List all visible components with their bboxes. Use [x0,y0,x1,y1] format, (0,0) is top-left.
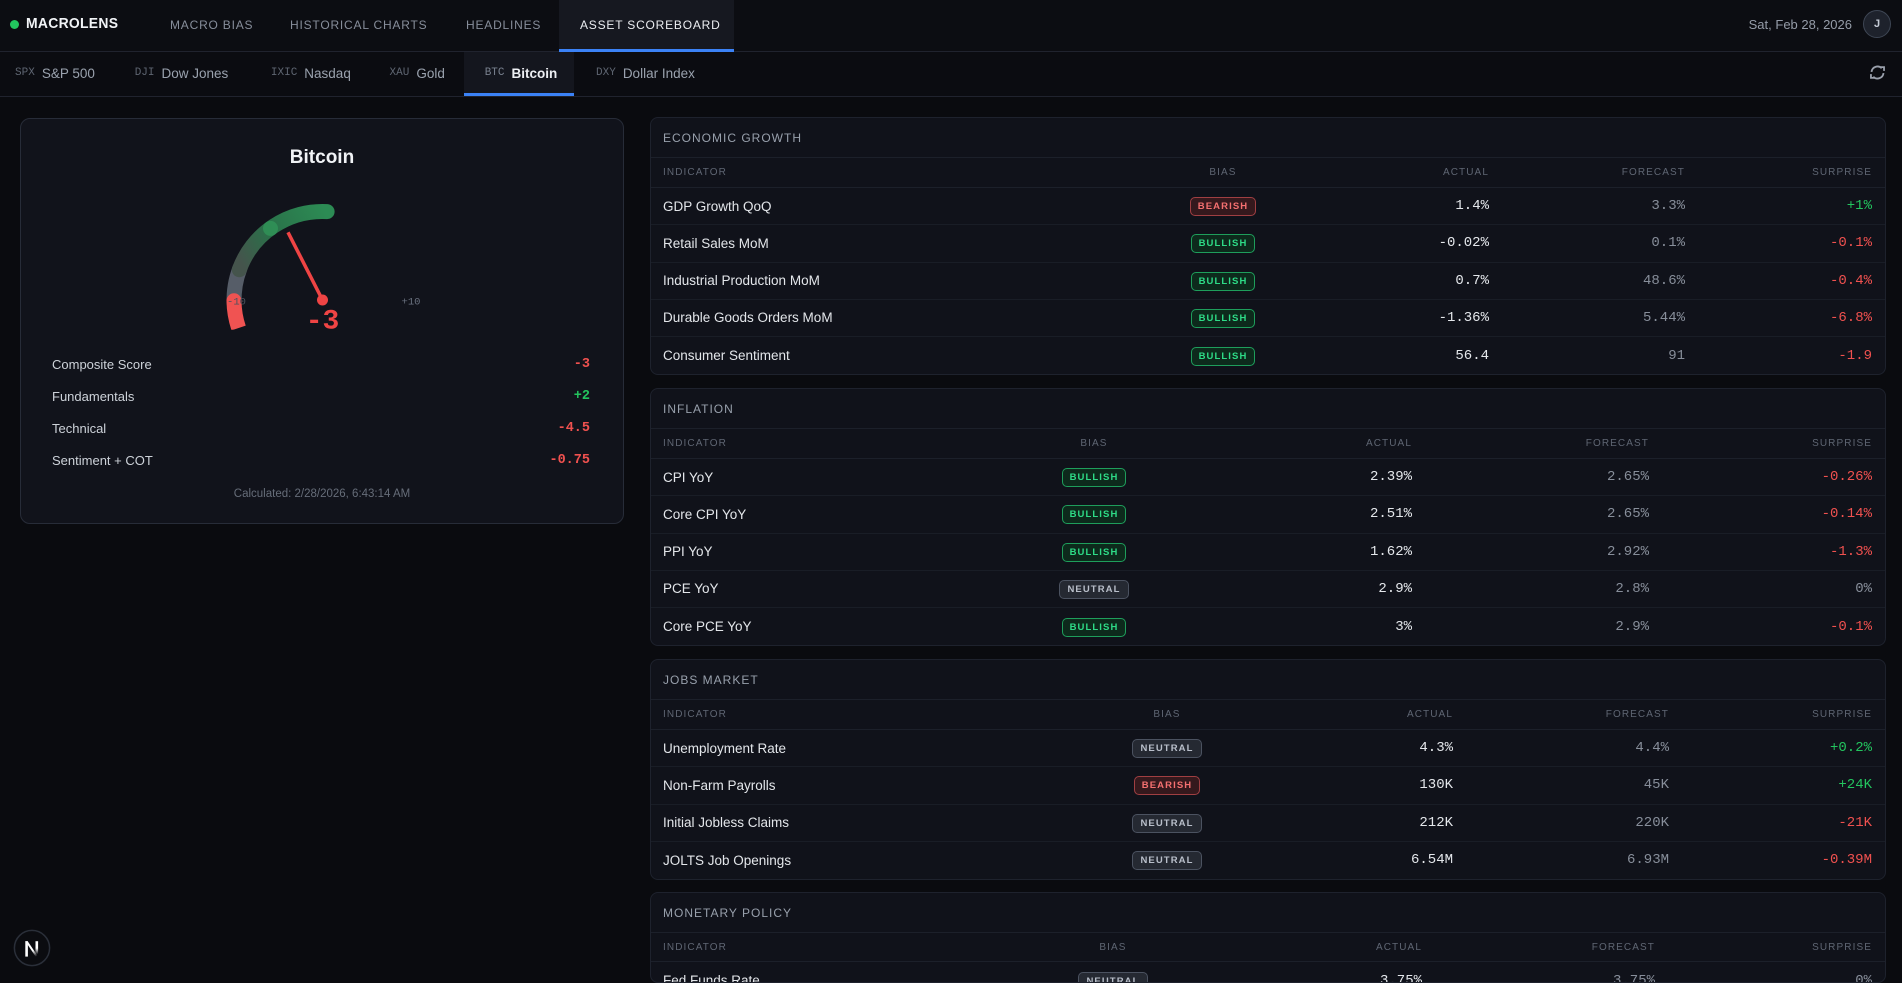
svg-text:+10: +10 [402,297,421,309]
svg-text:-3: -3 [306,307,340,338]
svg-text:-10: -10 [227,297,246,309]
